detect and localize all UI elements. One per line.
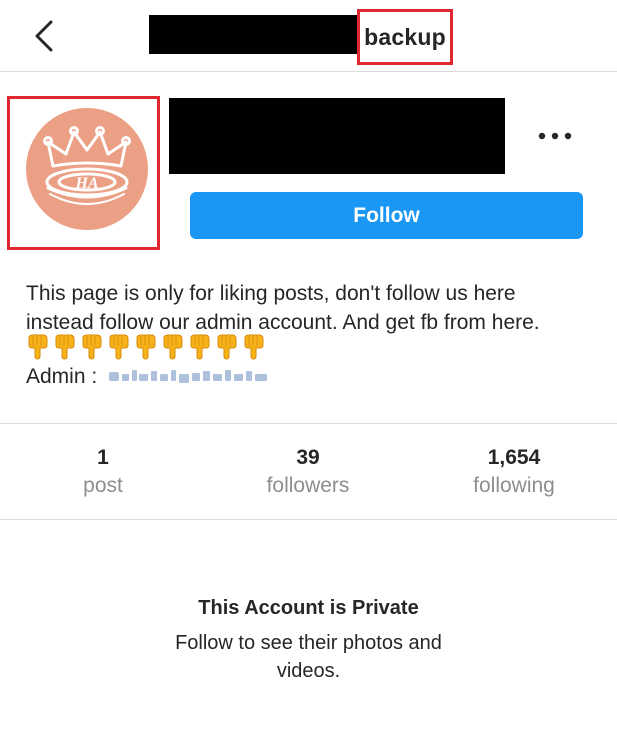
admin-line: Admin :: [26, 362, 275, 391]
followers-label: followers: [266, 474, 350, 497]
pointing-down-emoji-icon: [190, 334, 210, 360]
pointing-down-emoji-icon: [109, 334, 129, 360]
crown-logo-icon: HA: [43, 126, 131, 205]
pointing-down-emoji-icon: [55, 334, 75, 360]
bio-line-1: This page is only for liking posts, don'…: [26, 282, 516, 305]
bio: This page is only for liking posts, don'…: [26, 279, 606, 337]
pointing-down-emoji-icon: [82, 334, 102, 360]
avatar[interactable]: HA: [26, 108, 148, 230]
posts-count: 1: [97, 446, 109, 469]
followers-stat[interactable]: 39 followers: [228, 444, 388, 500]
bio-line-2: instead follow our admin account. And ge…: [26, 311, 540, 334]
pointing-down-emoji-icon: [28, 334, 48, 360]
private-account-description: Follow to see their photos and videos.: [175, 632, 442, 682]
pointing-down-emoji-icon: [244, 334, 264, 360]
title-highlight-box: backup: [357, 9, 453, 65]
following-count: 1,654: [487, 446, 541, 469]
avatar-highlight-box: HA: [7, 96, 160, 250]
following-stat[interactable]: 1,654 following: [434, 444, 594, 500]
top-bar: backup: [0, 0, 617, 72]
follow-button[interactable]: Follow: [190, 192, 583, 239]
back-arrow-icon[interactable]: [26, 16, 66, 56]
blurred-admin-handle[interactable]: [105, 366, 275, 388]
username-redaction: [149, 15, 359, 54]
name-redaction: [169, 98, 505, 174]
posts-stat[interactable]: 1 post: [23, 444, 183, 500]
private-account-title: This Account is Private: [198, 597, 419, 619]
avatar-logo-text: HA: [74, 175, 98, 192]
pointing-down-emoji-icon: [136, 334, 156, 360]
pointing-down-emoji-icon: [217, 334, 237, 360]
emoji-row: [26, 334, 266, 362]
posts-label: post: [83, 474, 123, 497]
more-options-icon[interactable]: [532, 122, 578, 150]
pointing-down-emoji-icon: [163, 334, 183, 360]
admin-label: Admin :: [26, 365, 98, 388]
page-title: backup: [364, 24, 446, 50]
following-label: following: [473, 474, 555, 497]
followers-count: 39: [296, 446, 320, 469]
profile-stats: 1 post 39 followers 1,654 following: [0, 423, 617, 520]
